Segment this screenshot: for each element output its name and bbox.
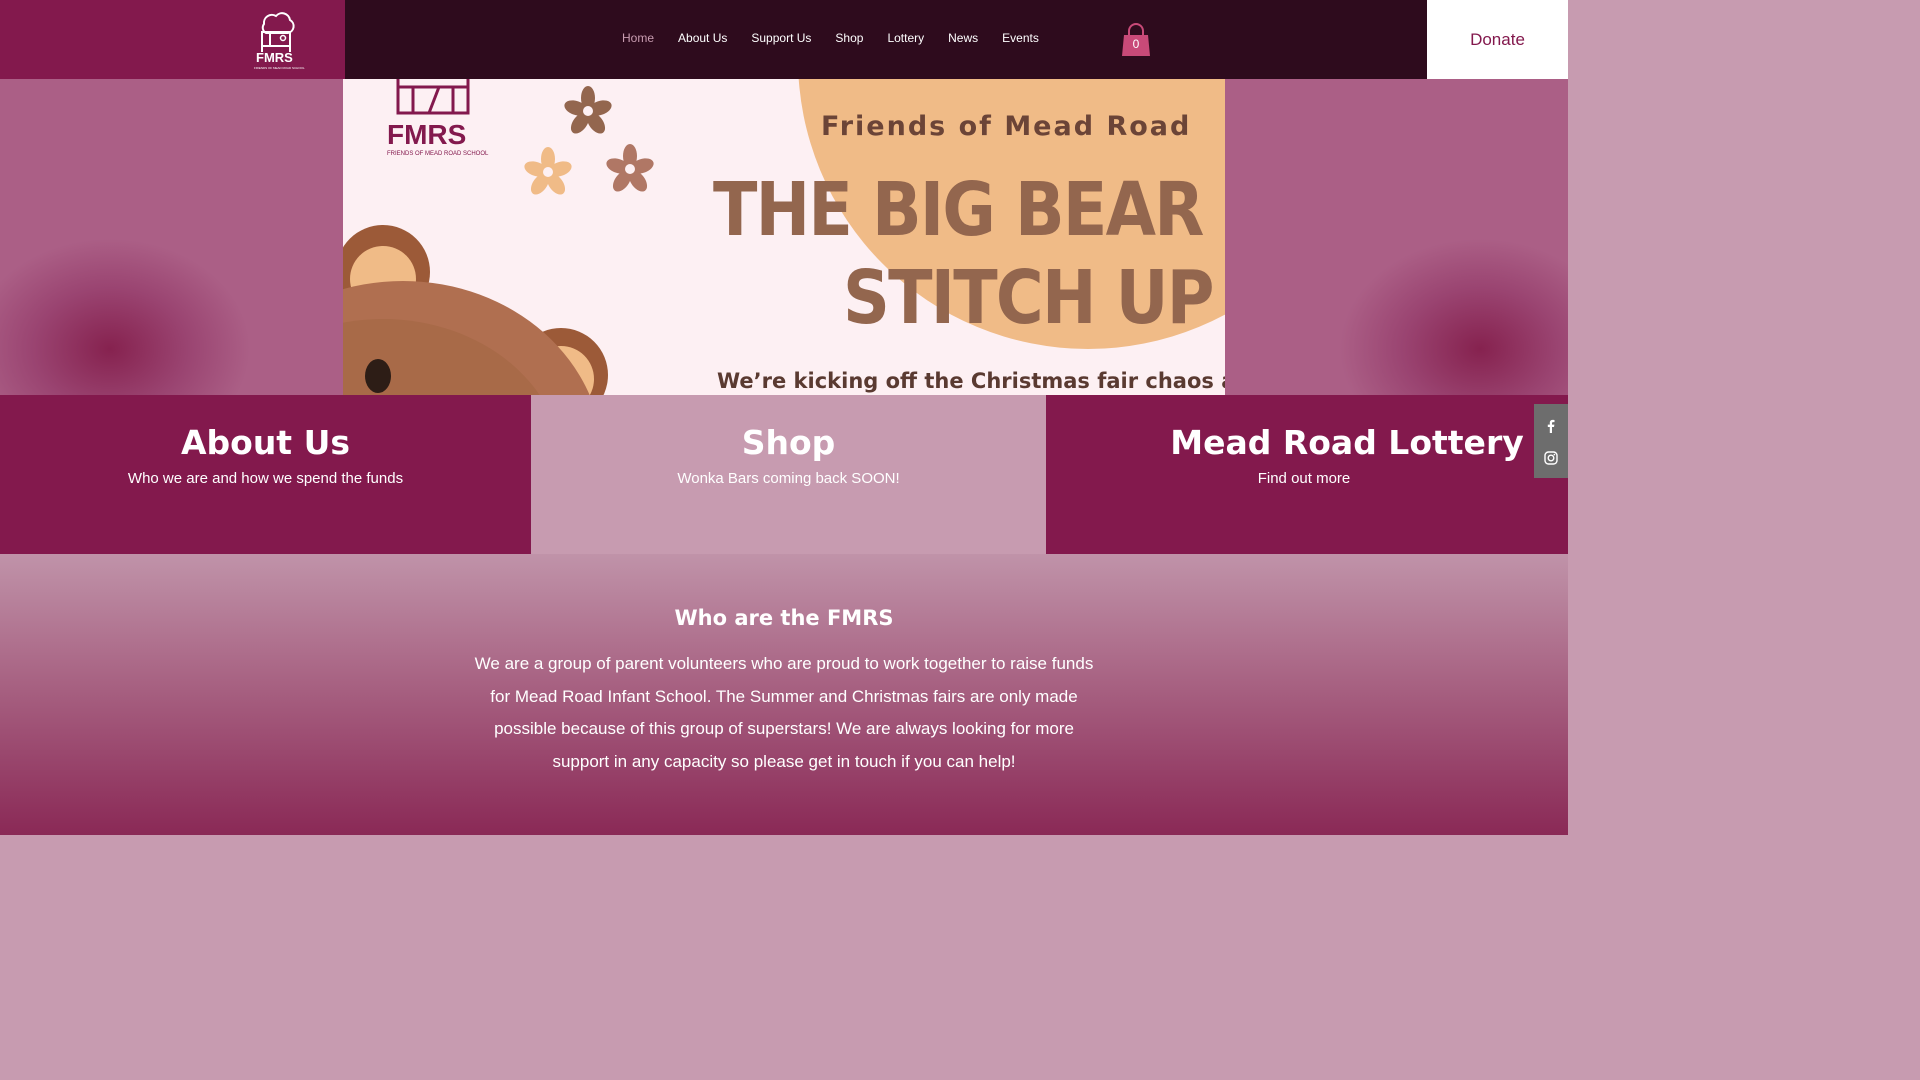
hero-section: FMRS FRIENDS OF MEAD ROAD SCHOOL Friends… (0, 79, 1568, 395)
banner-logo-icon (396, 79, 470, 115)
tile-title: Shop (741, 423, 836, 462)
cart-count: 0 (1132, 37, 1140, 51)
nav-lottery[interactable]: Lottery (875, 28, 936, 50)
feature-tiles: About Us Who we are and how we spend the… (0, 395, 1568, 554)
flower-icon (564, 86, 612, 134)
tile-subtitle: Who we are and how we spend the funds (127, 470, 404, 487)
about-line: for Mead Road Infant School. The Summer … (490, 686, 1078, 706)
bear-illustration (343, 225, 608, 395)
banner-logo-text: FMRS (387, 119, 467, 150)
tile-title: About Us (180, 423, 351, 462)
facebook-icon[interactable] (1534, 410, 1568, 442)
footer-strip (0, 835, 1568, 882)
donate-button[interactable]: Donate (1427, 0, 1568, 79)
nav-support-us[interactable]: Support Us (739, 28, 823, 50)
nav-news[interactable]: News (936, 28, 990, 50)
about-line: possible because of this group of supers… (494, 719, 1074, 738)
flower-icon (606, 144, 654, 192)
about-line: We are a group of parent volunteers who … (474, 654, 1094, 673)
flower-icon (524, 147, 572, 195)
about-section: Who are the FMRS We are a group of paren… (0, 554, 1568, 835)
about-heading: Who are the FMRS (674, 606, 894, 630)
tile-about-us[interactable]: About Us Who we are and how we spend the… (0, 395, 531, 554)
banner-title-line1: THE BIG BEAR (713, 167, 1204, 253)
logo-text: FMRS (256, 50, 293, 65)
about-paragraph: We are a group of parent volunteers who … (464, 648, 1104, 778)
tile-shop[interactable]: Shop Wonka Bars coming back SOON! (531, 395, 1046, 554)
hero-background-left (0, 79, 343, 395)
banner-subtitle: We’re kicking off the Christmas fair cha… (717, 369, 1225, 393)
social-bar (1534, 404, 1568, 478)
hero-banner-image[interactable]: FMRS FRIENDS OF MEAD ROAD SCHOOL Friends… (343, 79, 1225, 395)
cart-button[interactable]: 0 (1120, 22, 1152, 58)
hero-background-right (1225, 79, 1568, 395)
nav-events[interactable]: Events (990, 28, 1051, 50)
banner-logo-subtext: FRIENDS OF MEAD ROAD SCHOOL (387, 151, 489, 157)
banner-friends-heading: Friends of Mead Road (821, 111, 1192, 142)
instagram-icon[interactable] (1534, 442, 1568, 474)
tile-title: Mead Road Lottery (1170, 423, 1524, 462)
tile-subtitle: Wonka Bars coming back SOON! (677, 470, 900, 487)
logo-subtext: FRIENDS OF MEAD ROAD SCHOOL (254, 66, 305, 70)
logo-area: FMRS FRIENDS OF MEAD ROAD SCHOOL (0, 0, 345, 79)
tile-lottery[interactable]: Mead Road Lottery Find out more (1046, 395, 1568, 554)
nav-shop[interactable]: Shop (823, 28, 875, 50)
banner-title-line2: STITCH UP (843, 255, 1214, 341)
main-nav: Home About Us Support Us Shop Lottery Ne… (610, 28, 1051, 50)
nav-about-us[interactable]: About Us (666, 28, 739, 50)
tile-subtitle: Find out more (1257, 470, 1351, 487)
site-logo[interactable]: FMRS FRIENDS OF MEAD ROAD SCHOOL (250, 10, 305, 72)
site-header: FMRS FRIENDS OF MEAD ROAD SCHOOL Home Ab… (0, 0, 1568, 79)
about-line: support in any capacity so please get in… (552, 751, 1016, 771)
nav-home[interactable]: Home (610, 28, 666, 50)
